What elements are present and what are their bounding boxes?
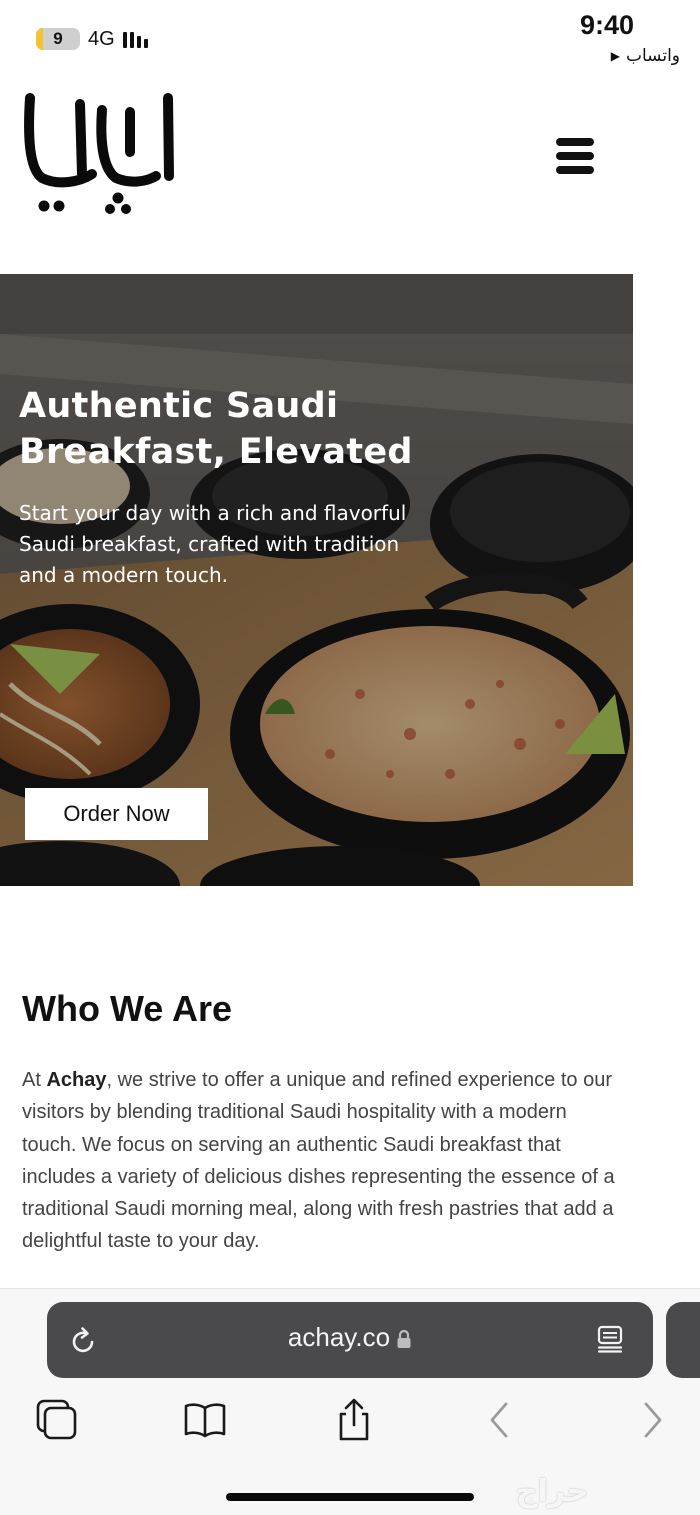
order-now-button[interactable]: Order Now	[25, 788, 208, 840]
hero-title: Authentic Saudi Breakfast, Elevated	[19, 383, 439, 475]
who-we-are-body: , we strive to offer a unique and refine…	[22, 1069, 615, 1253]
signal-icon	[122, 30, 148, 48]
battery-level: 9	[53, 29, 63, 48]
back-app-label: واتساب	[625, 46, 680, 65]
url-text[interactable]: achay.co	[288, 1322, 390, 1352]
site-logo[interactable]	[22, 90, 178, 214]
watermark: حراج	[516, 1475, 589, 1508]
hero-subtitle-line-1: Start your day with a rich and flavorful	[19, 501, 407, 525]
home-indicator[interactable]	[226, 1493, 474, 1501]
book-icon[interactable]	[183, 1398, 227, 1442]
status-bar-left: 9 4G	[36, 26, 148, 52]
who-we-are-paragraph: At Achay, we strive to offer a unique an…	[22, 1064, 622, 1258]
hamburger-menu-icon[interactable]	[556, 138, 594, 174]
share-icon[interactable]	[332, 1398, 376, 1442]
status-time: 9:40	[579, 10, 634, 40]
brand-name: Achay	[46, 1069, 107, 1091]
reload-icon[interactable]	[70, 1325, 98, 1355]
triangle-back-icon: ▶	[610, 49, 620, 63]
hero-subtitle-line-3: and a modern touch.	[19, 563, 229, 587]
battery-icon: 9	[36, 28, 80, 50]
next-tab-preview[interactable]	[666, 1302, 700, 1378]
back-to-app-link[interactable]: ▶ واتساب	[611, 46, 680, 66]
hero-subtitle: Start your day with a rich and flavorful…	[19, 498, 439, 591]
chevron-right-icon[interactable]	[630, 1398, 674, 1442]
who-we-are-heading: Who We Are	[22, 988, 233, 1029]
hero-title-line-1: Authentic Saudi	[19, 386, 339, 426]
reader-mode-icon[interactable]	[596, 1324, 624, 1354]
tabs-icon[interactable]	[35, 1398, 79, 1442]
chevron-left-icon[interactable]	[478, 1398, 522, 1442]
hero-subtitle-line-2: Saudi breakfast, crafted with tradition	[19, 532, 400, 556]
hero-title-line-2: Breakfast, Elevated	[19, 432, 413, 472]
network-type: 4G	[88, 27, 115, 50]
who-we-are-lead: At	[22, 1069, 47, 1091]
